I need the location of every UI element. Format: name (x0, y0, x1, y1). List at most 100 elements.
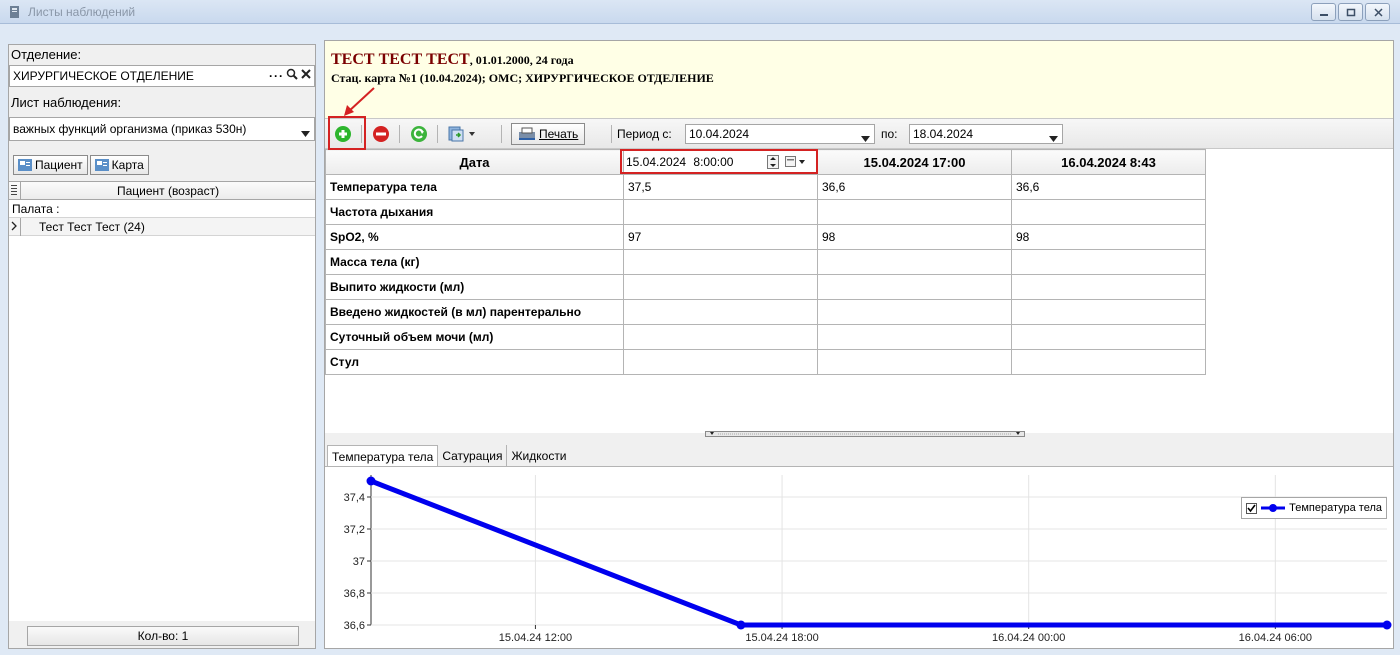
date-column-3[interactable]: 16.04.2024 8:43 (1011, 149, 1206, 175)
data-point (1382, 620, 1392, 630)
export-icon (448, 126, 475, 142)
cell[interactable] (623, 324, 818, 350)
tab-temperature[interactable]: Температура тела (327, 445, 439, 467)
cell[interactable] (623, 249, 818, 275)
cell[interactable] (817, 324, 1012, 350)
table-row[interactable]: Тест Тест Тест (24) (9, 218, 315, 236)
period-from-input[interactable]: 10.04.2024 (685, 124, 875, 144)
cell[interactable] (1011, 249, 1206, 275)
y-tick-label: 37 (353, 556, 365, 568)
maximize-button[interactable] (1338, 3, 1363, 21)
patient-button[interactable]: Пациент (13, 155, 88, 175)
legend-checkbox[interactable] (1246, 502, 1258, 514)
card-icon (94, 159, 109, 171)
toolbar: Печать Период с: 10.04.2024 по: 18.04.20… (325, 119, 1393, 149)
cell[interactable]: 36,6 (1011, 174, 1206, 200)
card-button-label: Карта (111, 158, 144, 172)
chevron-down-icon[interactable] (1049, 131, 1058, 145)
patient-header-name: ТЕСТ ТЕСТ ТЕСТ (331, 51, 470, 68)
cell[interactable] (1011, 199, 1206, 225)
chart-legend: Температура тела (1241, 497, 1387, 519)
temperature-chart: 37,4 37,2 37 36,8 36,6 15.04.24 12:00 15.04.24… (344, 475, 1392, 644)
app-icon (8, 5, 22, 19)
cell[interactable] (1011, 349, 1206, 375)
refresh-button[interactable] (409, 123, 429, 145)
delete-icon (373, 126, 389, 142)
column-chooser-icon[interactable] (9, 182, 21, 200)
card-button[interactable]: Карта (89, 155, 149, 175)
department-select[interactable]: ХИРУРГИЧЕСКОЕ ОТДЕЛЕНИЕ ··· (9, 65, 315, 87)
refresh-icon (411, 126, 427, 142)
chart-tabs: Температура тела Сатурация Жидкости (327, 445, 571, 467)
cell[interactable] (1011, 324, 1206, 350)
search-icon[interactable] (286, 68, 298, 83)
chevron-down-icon[interactable] (301, 126, 310, 140)
cell[interactable] (817, 199, 1012, 225)
observation-grid: Дата 15.04.2024 8:00:00 15.04.2024 17:00… (325, 149, 1393, 433)
period-to-label: по: (881, 127, 898, 141)
cell[interactable]: 98 (1011, 224, 1206, 250)
table-row: Стул (325, 349, 1206, 375)
print-button-label: Печать (539, 127, 579, 141)
cell[interactable] (623, 349, 818, 375)
printer-icon (519, 127, 535, 140)
cell[interactable] (817, 274, 1012, 300)
cell[interactable] (623, 274, 818, 300)
chevron-down-icon[interactable] (861, 131, 870, 145)
cell[interactable] (1011, 274, 1206, 300)
date-column-header[interactable]: Дата (325, 149, 624, 175)
window-title: Листы наблюдений (28, 5, 136, 19)
panel-splitter[interactable] (705, 431, 1025, 437)
x-tick-label: 16.04.24 06:00 (1239, 632, 1312, 644)
print-button[interactable]: Печать (511, 123, 586, 145)
department-label: Отделение: (11, 47, 82, 62)
minimize-button[interactable] (1311, 3, 1336, 21)
patient-grid-header: Пациент (возраст) (9, 182, 315, 200)
series-line (370, 478, 1387, 628)
tab-saturation[interactable]: Сатурация (438, 445, 508, 467)
table-row: Температура тела 37,5 36,6 36,6 (325, 174, 1206, 200)
patient-column-header[interactable]: Пациент (возраст) (21, 184, 315, 198)
date-column-2[interactable]: 15.04.2024 17:00 (817, 149, 1012, 175)
tab-fluids[interactable]: Жидкости (507, 445, 570, 467)
count-footer: Кол-во: 1 (27, 626, 299, 646)
chart-area: 37,4 37,2 37 36,8 36,6 15.04.24 12:00 15.04.24… (325, 466, 1393, 648)
patient-name: Тест Тест Тест (24) (39, 220, 145, 234)
cell[interactable] (623, 199, 818, 225)
delete-button[interactable] (371, 123, 391, 145)
row-label: Масса тела (кг) (325, 249, 624, 275)
patient-header-title: ТЕСТ ТЕСТ ТЕСТ, 01.01.2000, 24 года (331, 51, 574, 69)
export-button[interactable] (447, 123, 477, 145)
ellipsis-icon[interactable]: ··· (269, 69, 284, 83)
table-row: Частота дыхания (325, 199, 1206, 225)
cell[interactable] (623, 299, 818, 325)
x-tick-label: 16.04.24 00:00 (992, 632, 1065, 644)
x-tick-label: 15.04.24 18:00 (745, 632, 818, 644)
legend-line-icon (1261, 504, 1286, 512)
y-tick-label: 36,6 (344, 620, 365, 632)
close-button[interactable] (1365, 3, 1390, 21)
cell[interactable] (817, 249, 1012, 275)
cell[interactable] (817, 349, 1012, 375)
cell[interactable] (1011, 299, 1206, 325)
group-row[interactable]: Палата : (9, 200, 315, 218)
row-label: Выпито жидкости (мл) (325, 274, 624, 300)
patient-card-info: Стац. карта №1 (10.04.2024); ОМС; ХИРУРГ… (331, 71, 714, 85)
cell[interactable] (817, 299, 1012, 325)
period-to-input[interactable]: 18.04.2024 (909, 124, 1063, 144)
row-label: Стул (325, 349, 624, 375)
clear-icon[interactable] (300, 68, 312, 83)
cell[interactable]: 98 (817, 224, 1012, 250)
highlight-date-cell (620, 149, 818, 174)
patient-icon (18, 159, 32, 171)
sheet-select[interactable]: важных функций организма (приказ 530н) (9, 117, 315, 141)
cell[interactable]: 36,6 (817, 174, 1012, 200)
table-row: Выпито жидкости (мл) (325, 274, 1206, 300)
row-indicator-icon (9, 218, 21, 236)
observation-table: Дата 15.04.2024 8:00:00 15.04.2024 17:00… (325, 149, 1206, 375)
cell[interactable]: 37,5 (623, 174, 818, 200)
cell[interactable]: 97 (623, 224, 818, 250)
legend-label: Температура тела (1289, 502, 1382, 514)
table-row: Введено жидкостей (в мл) парентерально (325, 299, 1206, 325)
left-panel: Отделение: ХИРУРГИЧЕСКОЕ ОТДЕЛЕНИЕ ··· Л… (8, 44, 316, 649)
